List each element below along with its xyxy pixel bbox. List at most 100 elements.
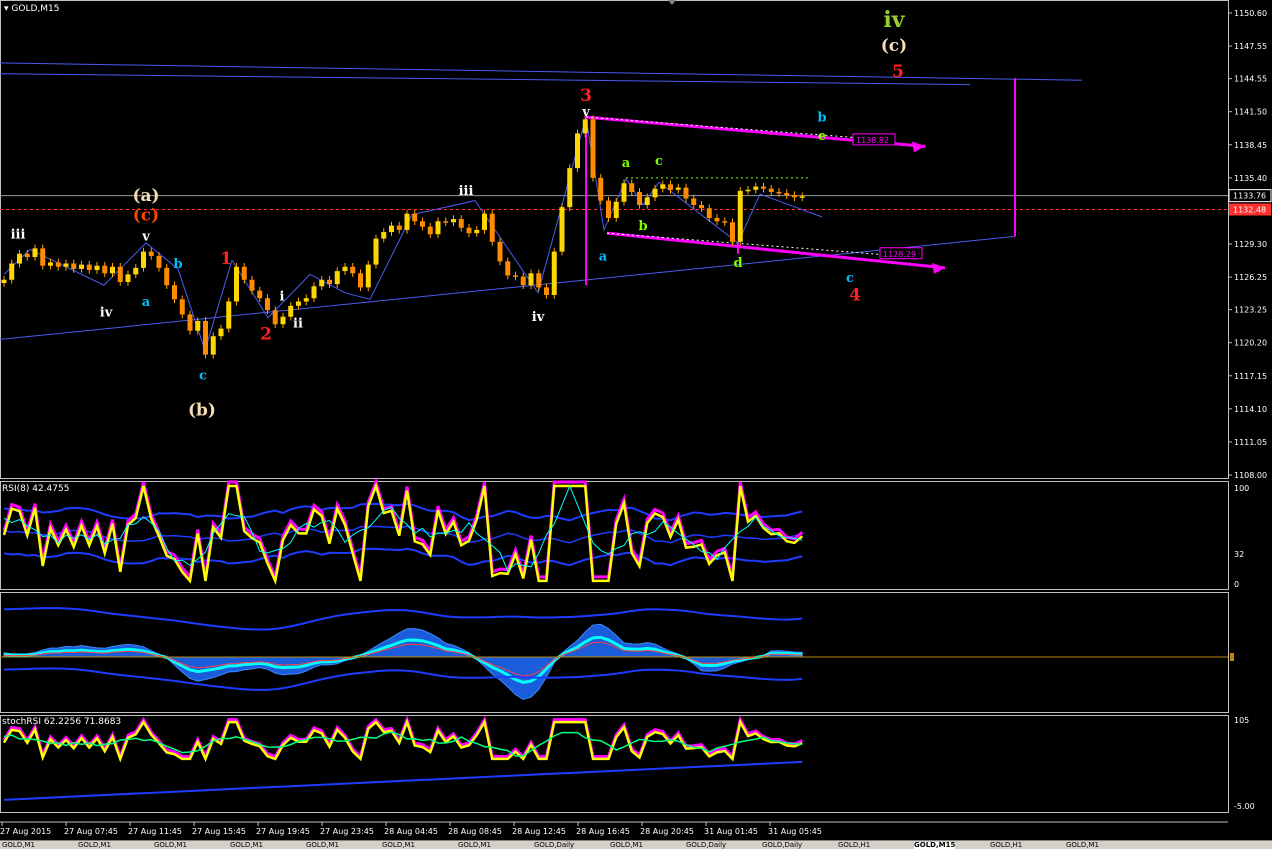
wave-label: 4 (849, 286, 861, 306)
time-tick-label: 27 Aug 15:45 (192, 827, 246, 836)
candle-body (148, 251, 154, 256)
wave-label: v (581, 105, 590, 120)
upper-channel-dotted (585, 116, 887, 141)
symbol-label: GOLD,M15 (11, 4, 60, 14)
candle-body (637, 191, 642, 205)
candle-body (249, 279, 255, 291)
price-tick-label: 1135.40 (1234, 174, 1267, 183)
candle-body (621, 183, 627, 202)
candle-body (373, 238, 379, 265)
candle-body (458, 219, 464, 228)
candle-body (272, 310, 278, 325)
wave-label: 5 (892, 62, 904, 82)
time-tick-label: 31 Aug 01:45 (704, 827, 758, 836)
time-tick-label: 31 Aug 05:45 (768, 827, 822, 836)
price-tick-label: 1141.50 (1234, 108, 1267, 117)
candle-body (48, 262, 53, 266)
candle-body (644, 197, 650, 205)
panel-frame (0, 0, 1229, 479)
rsi-title: RSI(8) 42.4755 (2, 484, 70, 494)
candle-body (629, 183, 635, 192)
price-tick-label: 1144.55 (1234, 75, 1267, 84)
candle-body (195, 321, 201, 331)
price-tick-label: 1123.25 (1234, 306, 1267, 315)
candle-body (613, 201, 619, 218)
candle-body (567, 168, 573, 208)
candle-body (9, 263, 15, 280)
wave-label: a (622, 156, 631, 171)
candle-body (737, 190, 743, 242)
rsi-tick-label: 32 (1234, 550, 1244, 559)
candle-body (590, 119, 596, 178)
time-tick-label: 27 Aug 19:45 (256, 827, 310, 836)
wave-label: b (817, 110, 826, 125)
candle-body (327, 279, 332, 285)
candle-body (474, 229, 480, 234)
candle-body (606, 200, 611, 218)
candle-body (675, 187, 681, 190)
candle-body (365, 264, 371, 288)
candle-body (776, 191, 782, 194)
wave-label: 2 (260, 325, 272, 345)
macd-lower-band (3, 667, 803, 691)
price-tick-label: 1126.25 (1234, 273, 1267, 282)
candle-body (342, 266, 348, 272)
candle-body (241, 266, 247, 280)
time-tick-label: 27 Aug 23:45 (320, 827, 374, 836)
candle-body (79, 264, 84, 269)
wave-label: iv (100, 306, 113, 321)
candle-body (226, 301, 232, 329)
wave-label: a (599, 249, 608, 264)
wave-label: i (280, 289, 285, 304)
candle-body (730, 222, 735, 242)
candle-body (156, 255, 162, 268)
candle-body (40, 248, 46, 266)
candle-body (257, 290, 263, 299)
wave-label: c (655, 154, 663, 169)
chart-symbol-title: ▾ GOLD,M15 (4, 4, 59, 14)
candle-body (1, 279, 7, 284)
price-tick-label: 1111.05 (1234, 438, 1267, 447)
wave-label: 3 (580, 86, 592, 106)
candle-body (536, 273, 542, 288)
scroll-marker-icon (668, 0, 676, 5)
wave-label: (b) (188, 401, 216, 421)
wave-label: 1 (220, 249, 232, 269)
candle-body (404, 213, 410, 230)
candle-body (164, 267, 170, 286)
wave-label: b (638, 219, 647, 234)
stoch-tick-label: -5.00 (1234, 802, 1255, 811)
candle-body (799, 196, 805, 198)
candle-body (745, 189, 751, 192)
candle-body (652, 188, 658, 198)
stoch-tick-label: 105 (1234, 716, 1249, 725)
wave-label: a (142, 295, 151, 310)
lower-channel-dotted (606, 232, 887, 256)
time-tick-label: 28 Aug 08:45 (448, 827, 502, 836)
stoch-lower-trend (3, 760, 803, 801)
price-tick-label: 1114.10 (1234, 405, 1267, 414)
macd-histogram-area (3, 623, 803, 700)
rsi-tick-label: 100 (1234, 484, 1249, 493)
candle-body (753, 186, 759, 190)
wave-label: c (846, 271, 854, 286)
candle-body (172, 285, 177, 300)
candle-body (110, 266, 115, 274)
upper-resistance-line (0, 62, 1083, 81)
candle-body (179, 299, 185, 315)
candle-body (141, 251, 146, 268)
candle-body (466, 227, 472, 234)
candle-body (381, 232, 387, 239)
time-tick-label: 28 Aug 12:45 (512, 827, 566, 836)
candle-body (792, 195, 797, 198)
candle-body (699, 204, 704, 209)
wave-label: ii (293, 317, 303, 332)
candle-body (32, 248, 38, 258)
candle-body (575, 133, 580, 169)
upper-resistance-line-2 (0, 73, 971, 86)
lower-channel-price-text: 1128.29 (883, 250, 916, 259)
candle-body (203, 321, 208, 355)
candle-body (551, 251, 557, 295)
candle-body (598, 177, 604, 201)
candle-body (505, 261, 511, 276)
